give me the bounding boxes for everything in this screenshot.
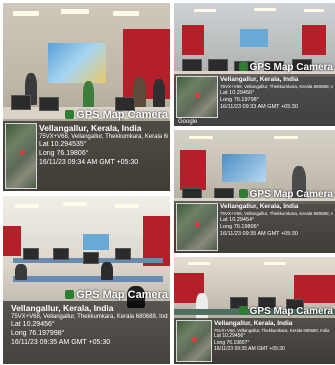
datetime-text: 16/11/23 09:35 AM GMT +05:30 [11, 338, 111, 346]
address-text: 75VX+V68, Vellangallur, Thekkumkara, Ker… [39, 133, 168, 140]
photo-tile: GPS Map Camera Vellangallur, Kerala, Ind… [174, 3, 335, 126]
ceiling-light [194, 9, 216, 12]
datetime-text: 16/11/23 09:35 AM GMT +05:30 [214, 345, 285, 352]
computer-monitor [83, 252, 99, 264]
place-name: Vellangallur, Kerala, India [220, 76, 299, 83]
presenter [153, 79, 165, 109]
ceiling-light [264, 262, 286, 265]
gps-badge-label: GPS Map Camera [249, 62, 333, 73]
address-text: 75VX+V68, Vellangallur, Thekkumkara, Ker… [220, 84, 333, 90]
longitude-text: Long 76.19806° [220, 223, 259, 230]
latitude-text: Lat 10.29454° [220, 216, 255, 223]
gps-badge: GPS Map Camera [238, 189, 333, 200]
datetime-text: 16/11/23 09:35 AM GMT +05:30 [220, 230, 298, 237]
place-name: Vellangallur, Kerala, India [220, 203, 299, 210]
address-text: 75VX+V68, Vellangallur, Thekkumkara, Ker… [220, 211, 333, 217]
longitude-text: Long 76.197998° [11, 329, 65, 337]
photo-tile: GPS Map Camera Vellangallur, Kerala, Ind… [3, 3, 170, 191]
location-info: Vellangallur, Kerala, India 75VX+V68, Ve… [220, 76, 333, 110]
gps-overlay: GPS Map Camera Vellangallur, Kerala, Ind… [174, 306, 335, 364]
google-watermark: Google [178, 119, 198, 125]
projection-screen [83, 234, 109, 250]
gps-badge: GPS Map Camera [238, 306, 333, 317]
photo-tile: GPS Map Camera Vellangallur, Kerala, Ind… [174, 257, 335, 364]
ceiling-light [304, 9, 324, 12]
place-name: Vellangallur, Kerala, India [39, 123, 142, 133]
map-thumbnail [176, 76, 218, 118]
map-thumbnail [176, 320, 212, 362]
gps-badge-label: GPS Map Camera [76, 109, 168, 121]
red-wall-panel [302, 25, 326, 55]
longitude-text: Long 76.19798° [220, 96, 259, 103]
location-info: Vellangallur, Kerala, India 75VX+V68, Ve… [220, 203, 333, 237]
ceiling-light [254, 8, 276, 11]
gps-pin-icon [65, 110, 75, 119]
location-info: Vellangallur, Kerala, India 75VX+V68, Ve… [39, 123, 168, 167]
projection-screen [240, 29, 268, 47]
lab-desk [13, 276, 163, 282]
gps-pin-icon [65, 290, 75, 299]
gps-badge: GPS Map Camera [65, 109, 168, 121]
location-info: Vellangallur, Kerala, India 75VX+V68, Ve… [214, 320, 333, 352]
datetime-text: 16/11/23 09:33 AM GMT +05:30 [220, 103, 298, 110]
ceiling-light [15, 204, 39, 208]
latitude-text: Lat 10.29456° [11, 321, 55, 329]
longitude-text: Long 76.19806° [39, 149, 89, 157]
red-wall-panel [3, 226, 21, 256]
photo-tile: GPS Map Camera Vellangallur, Kerala, Ind… [3, 196, 170, 364]
presenter [196, 293, 208, 319]
place-name: Vellangallur, Kerala, India [11, 303, 114, 313]
computer-monitor [39, 97, 59, 111]
red-wall-panel [182, 25, 204, 55]
gps-overlay: GPS Map Camera Vellangallur, Kerala, Ind… [3, 289, 170, 364]
datetime-text: 16/11/23 09:34 AM GMT +05:30 [39, 158, 139, 166]
map-thumbnail [176, 203, 218, 251]
ceiling-light [113, 11, 139, 16]
ceiling-light [61, 9, 89, 14]
ceiling-light [63, 202, 87, 206]
projection-screen [222, 154, 266, 182]
projection-screen [48, 43, 106, 83]
ceiling-light [274, 136, 298, 139]
student [101, 262, 113, 280]
gps-badge: GPS Map Camera [238, 62, 333, 73]
gps-overlay: GPS Map Camera Vellangallur, Kerala, Ind… [3, 109, 170, 191]
address-text: 75VX+V68, Vellangallur, Thekkumkara, Ker… [11, 313, 168, 320]
gps-overlay: GPS Map Camera Vellangallur, Kerala, Ind… [174, 189, 335, 253]
gps-badge-label: GPS Map Camera [249, 306, 333, 317]
gps-pin-icon [238, 306, 248, 315]
ceiling-light [189, 136, 213, 139]
gps-badge: GPS Map Camera [65, 289, 168, 301]
computer-monitor [11, 95, 31, 110]
computer-monitor [23, 248, 39, 260]
map-thumbnail [5, 123, 37, 189]
computer-monitor [115, 248, 131, 260]
ceiling-light [13, 11, 39, 16]
gps-overlay: GPS Map Camera Vellangallur, Kerala, Ind… [174, 62, 335, 126]
photo-tile: GPS Map Camera Vellangallur, Kerala, Ind… [174, 130, 335, 253]
student [15, 264, 27, 280]
latitude-text: Lat 10.294535° [39, 141, 87, 149]
gps-pin-icon [238, 189, 248, 198]
gps-pin-icon [238, 62, 248, 71]
gps-badge-label: GPS Map Camera [249, 189, 333, 200]
ceiling-light [188, 262, 210, 265]
ceiling-light [115, 204, 139, 208]
computer-monitor [53, 248, 69, 260]
location-info: Vellangallur, Kerala, India 75VX+V68, Ve… [11, 303, 168, 347]
gps-badge-label: GPS Map Camera [76, 289, 168, 301]
latitude-text: Lat 10.29456° [220, 89, 255, 96]
place-name: Vellangallur, Kerala, India [214, 320, 293, 327]
red-wall-panel [180, 150, 206, 190]
